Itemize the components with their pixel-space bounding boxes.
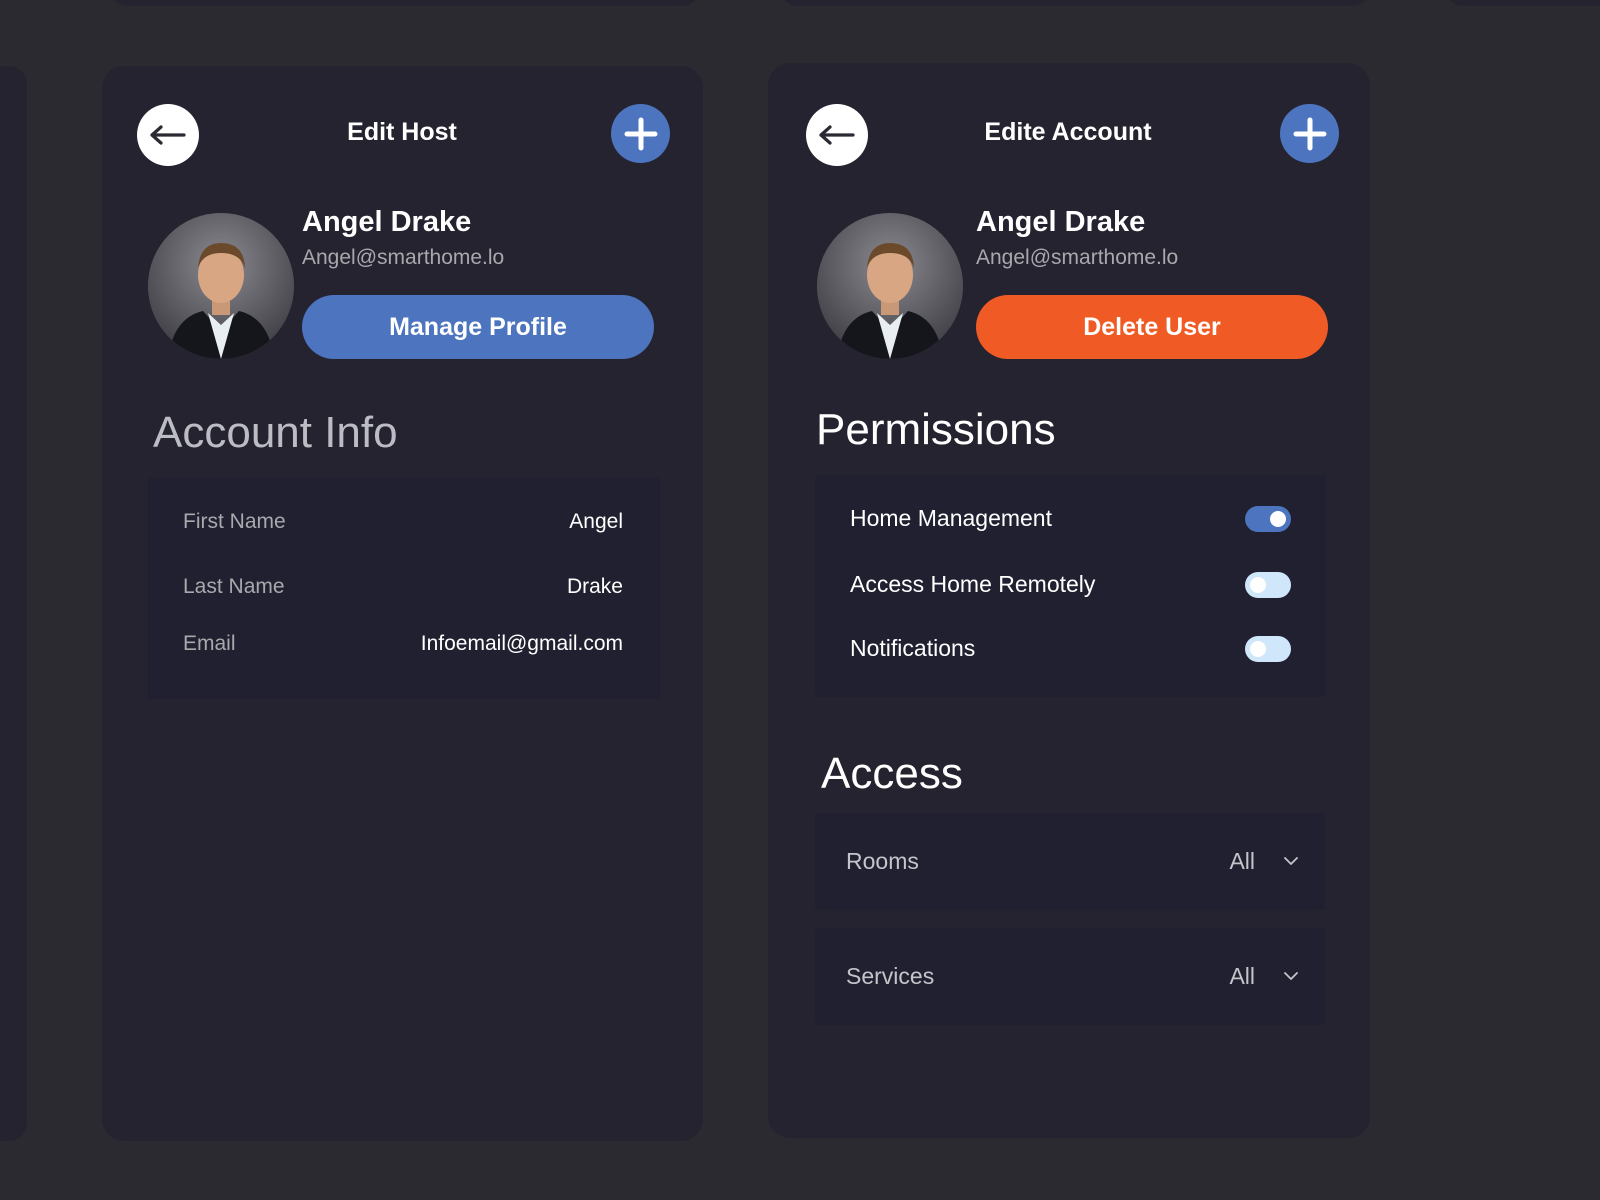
permission-row-access-remotely: Access Home Remotely [850, 571, 1291, 598]
toggle-knob [1250, 576, 1266, 593]
page-title: Edit Host [347, 118, 457, 146]
delete-user-button[interactable]: Delete User [976, 295, 1328, 359]
ghost-panel-top-middle [780, 0, 1370, 6]
back-button[interactable] [806, 104, 868, 166]
notifications-toggle[interactable] [1245, 635, 1291, 662]
info-row-last-name: Last Name Drake [183, 575, 623, 599]
ghost-panel-left [0, 66, 27, 1141]
info-row-email: Email Infoemail@gmail.com [183, 632, 623, 656]
services-dropdown[interactable]: Services All [815, 928, 1325, 1025]
manage-profile-button[interactable]: Manage Profile [302, 295, 654, 359]
arrow-left-icon [819, 125, 855, 145]
permission-row-home-management: Home Management [850, 505, 1291, 532]
services-label: Services [846, 963, 935, 989]
toggle-knob [1270, 510, 1286, 527]
rooms-value: All [1229, 848, 1255, 874]
home-management-toggle[interactable] [1245, 505, 1291, 532]
back-button[interactable] [137, 104, 199, 166]
ghost-panel-top-left [110, 0, 700, 6]
user-email: Angel@smarthome.lo [302, 246, 505, 269]
avatar [817, 213, 963, 359]
user-email: Angel@smarthome.lo [976, 246, 1179, 269]
access-home-remotely-toggle[interactable] [1245, 571, 1291, 598]
plus-icon [1293, 117, 1326, 150]
permissions-heading: Permissions [816, 405, 1056, 454]
avatar-photo [817, 213, 963, 359]
arrow-left-icon [150, 125, 186, 145]
access-heading: Access [821, 749, 963, 798]
email-label: Email [183, 632, 236, 655]
info-row-first-name: First Name Angel [183, 510, 623, 534]
chevron-down-icon [1284, 856, 1298, 865]
email-value: Infoemail@gmail.com [420, 632, 623, 655]
rooms-dropdown[interactable]: Rooms All [815, 813, 1325, 910]
rooms-label: Rooms [846, 848, 919, 874]
permission-row-notifications: Notifications [850, 635, 1291, 662]
user-name: Angel Drake [976, 206, 1146, 238]
chevron-down-icon [1284, 971, 1298, 980]
edit-host-panel: Edit Host Angel Drake Angel@smarthome.lo… [102, 66, 703, 1141]
account-info-box: First Name Angel Last Name Drake Email I… [148, 478, 660, 699]
user-name: Angel Drake [302, 206, 472, 238]
toggle-knob [1250, 640, 1266, 657]
first-name-value: Angel [569, 510, 623, 533]
avatar-photo [148, 213, 294, 359]
account-info-heading: Account Info [153, 408, 398, 457]
notifications-label: Notifications [850, 635, 976, 661]
services-value: All [1229, 963, 1255, 989]
first-name-label: First Name [183, 510, 286, 533]
last-name-value: Drake [566, 575, 623, 598]
plus-icon [624, 117, 657, 150]
edit-account-panel: Edite Account Angel Drake Angel@smarthom… [768, 63, 1370, 1138]
page-title: Edite Account [984, 118, 1152, 146]
last-name-label: Last Name [183, 575, 285, 598]
add-button[interactable] [611, 104, 670, 163]
ghost-panel-top-right [1445, 0, 1600, 6]
permissions-box: Home Management Access Home Remotely Not… [815, 475, 1326, 697]
access-home-remotely-label: Access Home Remotely [850, 571, 1096, 597]
avatar [148, 213, 294, 359]
add-button[interactable] [1280, 104, 1339, 163]
home-management-label: Home Management [850, 505, 1052, 531]
